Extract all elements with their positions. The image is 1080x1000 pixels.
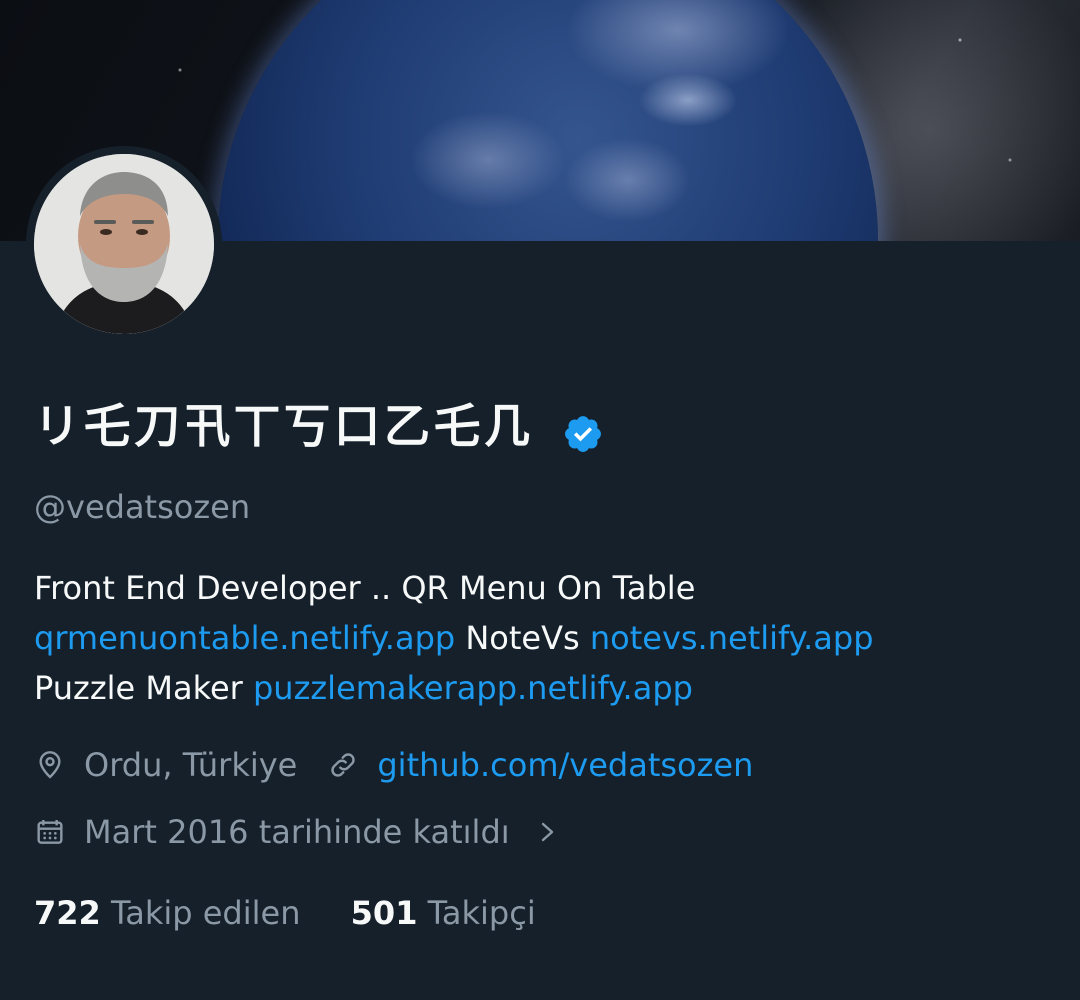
profile-stats: 722 Takip edilen 501 Takipçi xyxy=(34,893,536,933)
profile-joined-date: Mart 2016 tarihinde katıldı xyxy=(84,813,510,851)
followers-label: Takipçi xyxy=(427,894,536,932)
bio-link-qrmenuontable[interactable]: qrmenuontable.netlify.app xyxy=(34,619,455,657)
bio-link-notevs[interactable]: notevs.netlify.app xyxy=(590,619,874,657)
profile-bio: Front End Developer .. QR Menu On Table … xyxy=(34,563,1044,713)
location-pin-icon xyxy=(34,749,66,781)
following-count: 722 xyxy=(34,894,101,932)
bio-line-2: qrmenuontable.netlify.app NoteVs notevs.… xyxy=(34,613,1044,663)
profile-website-link[interactable]: github.com/vedatsozen xyxy=(377,745,753,785)
bio-text-puzzle-maker: Puzzle Maker xyxy=(34,669,253,707)
avatar-portrait xyxy=(34,154,214,334)
bio-text-notevs: NoteVs xyxy=(455,619,590,657)
bio-link-puzzlemakerapp[interactable]: puzzlemakerapp.netlify.app xyxy=(253,669,693,707)
chevron-right-icon[interactable] xyxy=(536,816,560,848)
following-label: Takip edilen xyxy=(110,894,301,932)
following-link[interactable]: 722 Takip edilen xyxy=(34,894,300,932)
bio-line-3: Puzzle Maker puzzlemakerapp.netlify.app xyxy=(34,663,1044,713)
profile-joined-row[interactable]: Mart 2016 tarihinde katıldı xyxy=(34,812,560,852)
profile-handle: @vedatsozen xyxy=(34,488,251,526)
link-icon xyxy=(327,749,359,781)
followers-link[interactable]: 501 Takipçi xyxy=(351,894,536,932)
bio-line-1: Front End Developer .. QR Menu On Table xyxy=(34,569,696,607)
profile-display-name: リ乇刀卂丅丂口乙乇几 xyxy=(34,396,604,456)
profile-meta-row: Ordu, Türkiye github.com/vedatsozen xyxy=(34,745,753,785)
profile-location: Ordu, Türkiye xyxy=(84,746,298,784)
verified-badge-icon[interactable] xyxy=(562,409,604,452)
calendar-icon xyxy=(34,816,66,848)
banner-earth-image xyxy=(218,0,878,241)
avatar[interactable] xyxy=(34,154,214,334)
followers-count: 501 xyxy=(350,894,418,932)
display-name-text: リ乇刀卂丅丂口乙乇几 xyxy=(34,399,534,453)
